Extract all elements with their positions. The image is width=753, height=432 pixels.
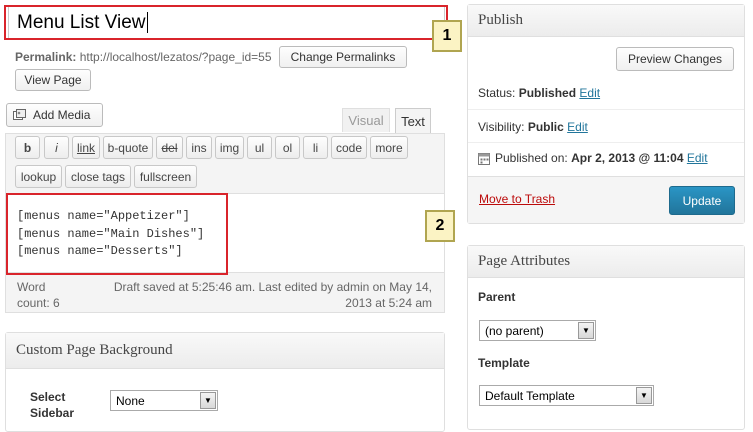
quicktag-link[interactable]: link bbox=[72, 136, 100, 159]
divider bbox=[468, 109, 744, 110]
draft-status: Draft saved at 5:25:46 am. Last edited b… bbox=[113, 280, 432, 310]
quicktag-ul[interactable]: ul bbox=[247, 136, 272, 159]
permalink-label: Permalink: bbox=[15, 50, 77, 64]
select-sidebar-label: Select Sidebar bbox=[30, 390, 75, 420]
custom-background-title[interactable]: Custom Page Background bbox=[6, 333, 444, 369]
quicktag-code[interactable]: code bbox=[331, 136, 367, 159]
update-button[interactable]: Update bbox=[669, 186, 735, 215]
published-on-edit-link[interactable]: Edit bbox=[687, 151, 708, 165]
parent-select[interactable]: (no parent) ▼ bbox=[479, 320, 596, 341]
quicktag-img[interactable]: img bbox=[215, 136, 244, 159]
chevron-down-icon: ▼ bbox=[578, 322, 594, 339]
visibility-row: Visibility: Public Edit bbox=[478, 120, 588, 134]
quicktag-italic[interactable]: i bbox=[44, 136, 69, 159]
permalink-row: Permalink: http://localhost/lezatos/?pag… bbox=[15, 50, 272, 64]
status-value: Published bbox=[518, 86, 577, 100]
quicktag-ol[interactable]: ol bbox=[275, 136, 300, 159]
callout-2: 2 bbox=[425, 210, 455, 242]
publish-title[interactable]: Publish bbox=[468, 5, 744, 37]
view-page-button[interactable]: View Page bbox=[15, 69, 91, 91]
word-count: Word count: 6 bbox=[17, 280, 60, 310]
template-select[interactable]: Default Template ▼ bbox=[479, 385, 654, 406]
template-label: Template bbox=[478, 356, 530, 370]
status-row: Status: Published Edit bbox=[478, 86, 601, 100]
quicktag-more[interactable]: more bbox=[370, 136, 408, 159]
preview-changes-button[interactable]: Preview Changes bbox=[616, 47, 734, 71]
quicktag-ins[interactable]: ins bbox=[186, 136, 212, 159]
change-permalinks-button[interactable]: Change Permalinks bbox=[279, 46, 407, 68]
media-icon bbox=[13, 109, 27, 121]
divider bbox=[468, 142, 744, 143]
chevron-down-icon: ▼ bbox=[636, 387, 652, 404]
quicktag-del[interactable]: del bbox=[156, 136, 183, 159]
calendar-icon bbox=[478, 152, 490, 165]
chevron-down-icon: ▼ bbox=[200, 392, 216, 409]
quicktag-bold[interactable]: b bbox=[15, 136, 40, 159]
sidebar-select[interactable]: None ▼ bbox=[110, 390, 218, 411]
visibility-value: Public bbox=[527, 120, 564, 134]
permalink-url[interactable]: http://localhost/lezatos/?page_id=55 bbox=[80, 50, 272, 64]
page-attributes-title[interactable]: Page Attributes bbox=[468, 246, 744, 278]
tab-visual[interactable]: Visual bbox=[342, 108, 390, 132]
quicktag-fullscreen[interactable]: fullscreen bbox=[134, 165, 197, 188]
visibility-edit-link[interactable]: Edit bbox=[567, 120, 588, 134]
callout-highlight-content bbox=[6, 193, 228, 275]
tab-text[interactable]: Text bbox=[395, 108, 431, 134]
parent-label: Parent bbox=[478, 290, 516, 304]
published-on-value: Apr 2, 2013 @ 11:04 bbox=[571, 151, 684, 165]
quicktag-lookup[interactable]: lookup bbox=[15, 165, 62, 188]
callout-1: 1 bbox=[432, 20, 462, 52]
quicktag-close-tags[interactable]: close tags bbox=[65, 165, 131, 188]
published-on-row: Published on: Apr 2, 2013 @ 11:04 Edit bbox=[478, 151, 708, 165]
add-media-button[interactable]: Add Media bbox=[6, 103, 103, 127]
move-to-trash-link[interactable]: Move to Trash bbox=[479, 192, 555, 206]
status-edit-link[interactable]: Edit bbox=[579, 86, 600, 100]
callout-highlight-title bbox=[4, 5, 448, 40]
quicktag-li[interactable]: li bbox=[303, 136, 328, 159]
quicktag-bquote[interactable]: b-quote bbox=[103, 136, 153, 159]
